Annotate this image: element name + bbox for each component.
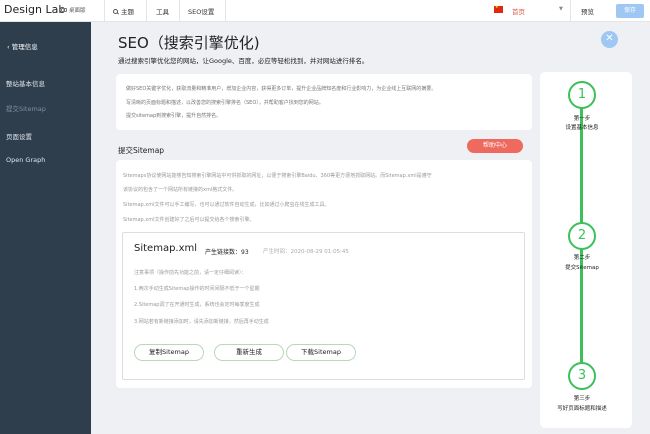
sidebar-item-open-graph[interactable]: Open Graph (6, 156, 45, 164)
close-button[interactable]: ✕ (601, 31, 618, 48)
step-2-circle: 2 (568, 222, 596, 250)
page-subtitle: 通过搜索引擎优化您的网站，让Google、百度，必应等轻松找到，并对网站进行排名… (118, 57, 369, 65)
step-3-circle: 3 (568, 362, 596, 390)
divider (570, 0, 571, 22)
note-item: 3.网站若有新链接添加时，请先添加新链接，然后再手动生成 (134, 319, 269, 325)
divider (225, 0, 226, 22)
note-item: 2.Sitemap调了在开通时生成，系统也会定时每季度生成 (134, 302, 260, 308)
divider (179, 0, 180, 22)
top-bar: Design Lab 桌面版 主题 工具 SEO设置 首页 ▼ 预览 保存 (0, 0, 650, 22)
section-title: 提交Sitemap (118, 146, 165, 155)
nav-theme[interactable]: 主题 (113, 6, 134, 16)
preview-button[interactable]: 预览 (581, 6, 594, 16)
back-button[interactable]: ‹ 管理信息 (7, 41, 38, 51)
step-connector (580, 256, 583, 364)
intro-card: 做好SEO关键字优化，获取流量和精准用户，增加企业内容，获得更多订单，提升企业品… (116, 74, 532, 130)
china-flag-icon[interactable] (494, 4, 503, 13)
help-center-button[interactable]: 帮助中心 (467, 139, 523, 153)
step-2-title: 提交Sitemap (565, 265, 599, 271)
download-sitemap-button[interactable]: 下载Sitemap (286, 344, 356, 361)
note-heading: 注意事项（操作前先功能之前，请一定仔细阅读）： (134, 270, 247, 276)
step-3-title: 写好页面标题和描述 (557, 406, 607, 412)
step-1-circle: 1 (568, 81, 596, 109)
sitemap-description: Sitemaps协议使网站能够告知搜索引擎网站中可供抓取的网址，以便于搜索引擎B… (123, 173, 432, 179)
intro-text: 提交sitemap到搜索引擎，提升自然排名。 (126, 113, 222, 119)
sidebar-item-sitemap[interactable]: 提交Sitemap (6, 103, 46, 113)
copy-sitemap-button[interactable]: 复制Sitemap (134, 344, 204, 361)
steps-panel: 1 第一步 设置基本信息 2 第二步 提交Sitemap 3 第三步 写好页面标… (540, 72, 632, 428)
nav-seo-settings[interactable]: SEO设置 (188, 6, 214, 16)
regenerate-button[interactable]: 重新生成 (214, 344, 284, 361)
search-icon (113, 8, 118, 14)
note-item: 1.两次手动生成Sitemap操作的时间间隔不低于一个星期 (134, 286, 260, 292)
nav-theme-label: 主题 (121, 8, 134, 16)
step-1-title: 设置基本信息 (565, 125, 599, 131)
desktop-mode-text: 桌面版 (69, 8, 86, 14)
divider (146, 0, 147, 22)
sitemap-description: Sitemap.xml文件创建好了之后可以提交给各个搜索引擎。 (123, 217, 255, 223)
step-3-label: 第三步 (573, 396, 591, 402)
page-select[interactable]: 首页 (512, 6, 525, 16)
sitemap-file-name: Sitemap.xml (134, 243, 198, 254)
link-count: 产生链接数：93 (205, 249, 249, 256)
close-icon: ✕ (605, 33, 614, 44)
step-1-label: 第一步 (573, 116, 591, 122)
sitemap-description: Sitemap.xml文件可以手工编写，也可以通过软件自动生成，比如通过小爬虫在… (123, 202, 330, 208)
chevron-down-icon[interactable]: ▼ (559, 6, 563, 12)
nav-tools[interactable]: 工具 (156, 6, 169, 16)
sidebar-item-basic-info[interactable]: 整站基本信息 (6, 78, 45, 88)
sitemap-file-box: Sitemap.xml 产生链接数：93 产生时间：2020-08-29 01:… (122, 232, 525, 380)
app-logo: Design Lab (4, 3, 66, 16)
sidebar: ‹ 管理信息 整站基本信息 提交Sitemap 页面设置 Open Graph (0, 22, 91, 434)
sitemap-description: 该协议的包含了一个网站所有链接的xml格式文件。 (123, 187, 238, 193)
back-label: 管理信息 (11, 43, 38, 51)
generated-time: 产生时间：2020-08-29 01:05:45 (263, 249, 349, 255)
desktop-mode-label[interactable]: 桌面版 (61, 6, 86, 14)
sidebar-item-page-settings[interactable]: 页面设置 (6, 131, 32, 141)
intro-text: 做好SEO关键字优化，获取流量和精准用户，增加企业内容，获得更多订单，提升企业品… (126, 86, 437, 92)
monitor-icon (61, 7, 67, 13)
step-2-label: 第二步 (573, 255, 591, 261)
nav-tools-label: 工具 (156, 8, 169, 16)
intro-text: 写清晰的页面标题和描述，以改善您的搜索引擎排名（SEO），并帮助客户找到您的网站… (126, 100, 324, 106)
nav-seo-label: SEO设置 (188, 8, 215, 16)
save-button[interactable]: 保存 (616, 4, 644, 18)
page-title: SEO（搜索引擎优化) (118, 34, 260, 52)
chevron-left-icon: ‹ (7, 43, 10, 51)
divider (104, 0, 105, 22)
